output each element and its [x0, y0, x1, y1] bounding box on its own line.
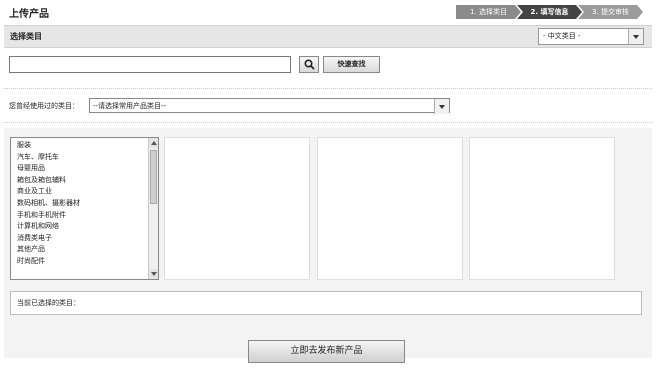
divider [4, 88, 652, 89]
scroll-up-arrow-icon[interactable] [149, 138, 158, 148]
selected-category-label: 当前已选择的类目： [17, 299, 80, 307]
category-header-bar: 选择类目 - 中文类目 - [4, 25, 652, 48]
search-icon [304, 59, 315, 70]
list-item[interactable]: 商业及工业 [17, 186, 158, 198]
search-button[interactable] [299, 56, 319, 73]
language-select-value: - 中文类目 - [543, 32, 581, 40]
page-title: 上传产品 [9, 9, 49, 20]
step-select-category: 1. 选择类目 [456, 5, 521, 19]
subcategory-panel-4[interactable] [469, 137, 615, 280]
subcategory-panel-3[interactable] [317, 137, 463, 280]
used-categories-label: 您曾经使用过的类目： [9, 102, 79, 110]
list-item[interactable]: 手机和手机附件 [17, 210, 158, 222]
chevron-down-icon[interactable] [434, 99, 449, 114]
scrollbar-thumb[interactable] [150, 150, 157, 204]
subcategory-panel-2[interactable] [164, 137, 310, 280]
progress-steps: 1. 选择类目 2. 填写信息 3. 提交审核 [456, 5, 643, 19]
list-item[interactable]: 汽车、摩托车 [17, 152, 158, 164]
divider [4, 122, 652, 123]
scroll-down-arrow-icon[interactable] [149, 269, 158, 279]
list-item[interactable]: 时尚配件 [17, 256, 158, 268]
category-header-label: 选择类目 [10, 32, 42, 41]
chevron-down-icon[interactable] [628, 29, 643, 44]
publish-product-button[interactable]: 立即去发布新产品 [248, 340, 405, 363]
list-item[interactable]: 服装 [17, 140, 158, 152]
selected-category-box: 当前已选择的类目： [10, 291, 642, 315]
used-categories-select[interactable]: --请选择常用产品类目-- [89, 98, 450, 114]
list-item[interactable]: 消费类电子 [17, 233, 158, 245]
step-submit-review: 3. 提交审核 [578, 5, 643, 19]
language-category-select[interactable]: - 中文类目 - [538, 28, 644, 45]
search-input[interactable] [9, 56, 291, 73]
list-scrollbar[interactable] [148, 138, 158, 279]
used-categories-value: --请选择常用产品类目-- [93, 102, 167, 110]
category-listbox[interactable]: 服装 汽车、摩托车 母婴用品 箱包及箱包辅料 商业及工业 数码相机、摄影器材 手… [10, 137, 159, 280]
list-item[interactable]: 其他产品 [17, 244, 158, 256]
quick-find-button[interactable]: 快速查找 [323, 56, 380, 73]
list-item[interactable]: 数码相机、摄影器材 [17, 198, 158, 210]
step-fill-info: 2. 填写信息 [517, 5, 582, 19]
list-item[interactable]: 箱包及箱包辅料 [17, 175, 158, 187]
list-item[interactable]: 计算机和网络 [17, 221, 158, 233]
list-item[interactable]: 母婴用品 [17, 163, 158, 175]
